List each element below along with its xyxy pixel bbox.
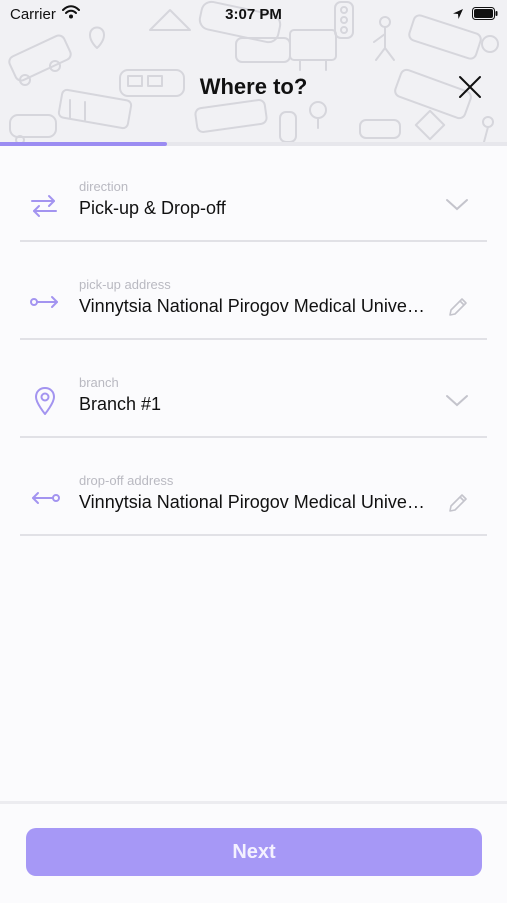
next-button[interactable]: Next <box>26 828 482 876</box>
dropoff-address-field[interactable]: drop-off address Vinnytsia National Piro… <box>20 464 487 536</box>
arrow-right-icon <box>30 292 60 317</box>
branch-value: Branch #1 <box>79 394 162 414</box>
status-time: 3:07 PM <box>225 6 282 23</box>
pickup-address-value: Vinnytsia National Pirogov Medical Unive… <box>79 296 429 316</box>
location-arrow-icon <box>452 7 464 24</box>
step-progress-fill <box>0 142 168 146</box>
battery-icon <box>472 7 498 24</box>
direction-value: Pick-up & Drop-off <box>79 198 226 218</box>
chevron-down-icon[interactable] <box>445 394 469 413</box>
direction-field[interactable]: direction Pick-up & Drop-off <box>20 170 487 242</box>
swap-arrows-icon <box>30 194 58 223</box>
dropoff-address-value: Vinnytsia National Pirogov Medical Unive… <box>79 492 429 512</box>
direction-label: direction <box>79 179 129 194</box>
status-bar: Carrier 3:07 PM <box>0 0 507 30</box>
branch-label: branch <box>79 375 119 390</box>
bottom-bar: Next <box>0 801 507 903</box>
close-icon[interactable] <box>458 75 482 104</box>
header: Carrier 3:07 PM Where to? <box>0 0 507 146</box>
pencil-edit-icon[interactable] <box>447 492 469 519</box>
branch-field[interactable]: branch Branch #1 <box>20 366 487 438</box>
pencil-edit-icon[interactable] <box>447 296 469 323</box>
arrow-left-icon <box>30 488 60 513</box>
pickup-address-field[interactable]: pick-up address Vinnytsia National Pirog… <box>20 268 487 340</box>
dropoff-address-label: drop-off address <box>79 473 174 488</box>
page-title: Where to? <box>199 74 308 99</box>
step-progress-bar <box>0 142 507 146</box>
chevron-down-icon[interactable] <box>445 198 469 217</box>
location-pin-icon <box>34 386 56 421</box>
pickup-address-label: pick-up address <box>79 277 171 292</box>
